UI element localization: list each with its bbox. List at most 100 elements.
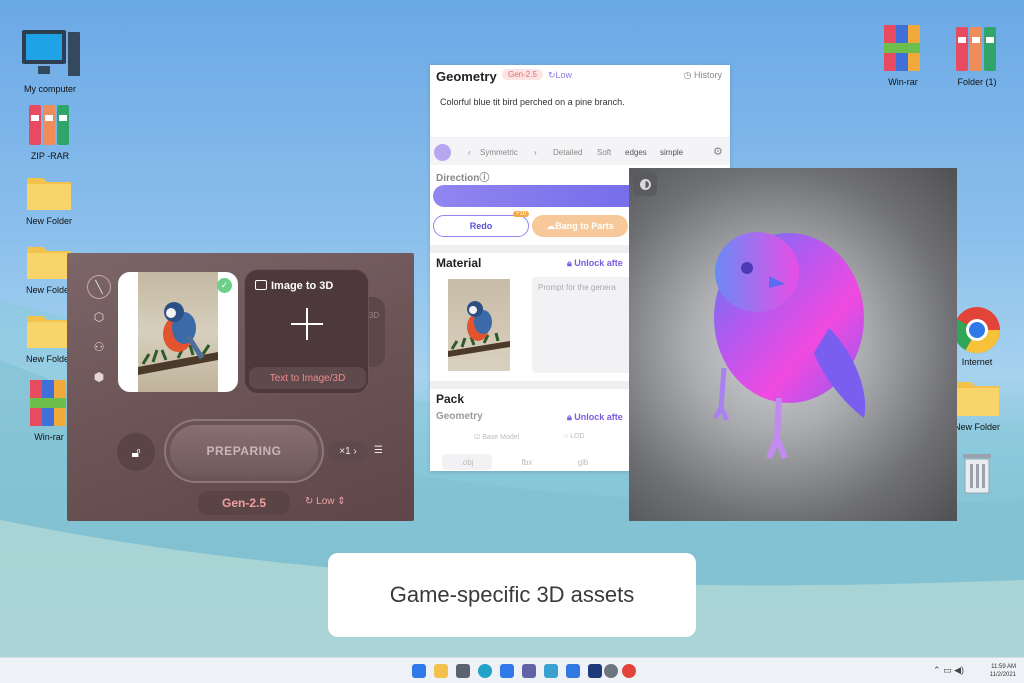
format-tab-glb[interactable]: glb	[558, 454, 608, 470]
clock-date: 11/2/2021	[989, 672, 1016, 678]
history-button[interactable]: ◷ History	[684, 70, 722, 81]
lock-button[interactable]: 🔓︎	[117, 433, 155, 471]
text-to-3d-button[interactable]: Text to Image/3D	[249, 367, 366, 389]
system-tray-icons[interactable]: ⌃ ▭ ◀)	[933, 665, 964, 676]
direction-label: Directionⓘ	[436, 169, 489, 184]
chrome-icon	[953, 307, 1001, 354]
archive-icon	[29, 105, 69, 145]
3d-preview-window[interactable]	[629, 168, 957, 521]
wand-tool-button[interactable]: ╲	[87, 275, 111, 299]
bang-to-parts-button[interactable]: ☁ Bang to Parts	[532, 215, 628, 237]
material-prompt-input[interactable]: Prompt for the genera	[532, 277, 632, 373]
clock[interactable]: 11:59 AM 11/2/2021	[990, 663, 1016, 679]
clock-time: 11:59 AM	[991, 664, 1016, 670]
panel-title: Geometry	[436, 69, 497, 84]
bird-image	[448, 301, 510, 357]
unlock-label: Unlock afte	[574, 258, 623, 268]
desktop-icon-label: ZIP -RAR	[30, 151, 70, 161]
model-selector[interactable]: Gen-2.5	[198, 491, 290, 515]
tag-soft[interactable]: Soft	[597, 148, 611, 157]
pack-geometry-label: Geometry	[436, 411, 483, 422]
quality-selector[interactable]: ↻ Low ⇕	[305, 496, 346, 507]
desktop-icon-win-rar[interactable]: Win-rar	[868, 21, 938, 87]
bird-photo	[138, 272, 218, 392]
archive-icon	[956, 27, 996, 71]
desktop-icon-folder-1[interactable]: Folder (1)	[942, 23, 1012, 87]
tag-symmetric[interactable]: Symmetric	[480, 148, 518, 157]
redo-button[interactable]: Redo	[433, 215, 529, 237]
quality-value: Low	[316, 496, 335, 507]
format-tab-obj[interactable]: .obj	[442, 454, 492, 470]
option-base-model[interactable]: ☑ Base Model	[474, 433, 519, 441]
add-icon[interactable]	[291, 308, 323, 340]
desktop-icon-label: My computer	[23, 84, 76, 94]
desktop-icon-my-computer[interactable]: My computer	[15, 26, 85, 94]
menu-icon[interactable]	[434, 144, 451, 161]
image-to-3d-title: Image to 3D	[271, 280, 334, 292]
checkbox-icon: ☑	[474, 434, 483, 441]
photos-icon[interactable]	[566, 664, 580, 678]
multiplier-button[interactable]: ×1 ›	[328, 441, 368, 461]
tag-edges[interactable]: edges	[625, 148, 647, 157]
help-icon: ⓘ	[479, 173, 490, 184]
sliders-icon[interactable]: ☰	[374, 445, 383, 456]
gear-icon[interactable]: ⚙	[713, 145, 723, 158]
app-icon[interactable]	[588, 664, 602, 678]
unlock-icon: 🔓︎	[131, 443, 141, 460]
parts-icon: ☁	[546, 220, 556, 231]
chevron-left-icon[interactable]: ‹	[468, 148, 471, 157]
bird-3d-model	[712, 232, 866, 460]
format-tab-fbx[interactable]: fbx	[502, 454, 552, 470]
check-icon: ✓	[217, 278, 232, 293]
option-label: LOD	[570, 433, 585, 440]
taskbar: ⌃ ▭ ◀) 11:59 AM 11/2/2021	[0, 657, 1024, 683]
redo-cost-badge: +10	[513, 211, 530, 217]
caption-card: Game-specific 3D assets	[328, 553, 696, 637]
desktop-icon-new-folder[interactable]: New Folder	[14, 170, 84, 226]
pack-title: Pack	[436, 392, 465, 406]
desktop-icon-label: New Folder	[25, 216, 72, 226]
file-explorer-icon[interactable]	[434, 664, 448, 678]
desktop-icon-label: Folder (1)	[957, 77, 997, 87]
multiplier-value: ×1	[339, 445, 351, 457]
start-icon[interactable]	[412, 664, 426, 678]
store-icon[interactable]	[500, 664, 514, 678]
generator-window: ╲ ⬡ ⚇ ⬢ ✓ 3D Image to 3D Text to Image/3…	[67, 253, 414, 521]
pack-unlock-link[interactable]: 🔒︎ Unlock afte	[567, 412, 623, 423]
computer-icon	[22, 30, 80, 76]
history-label: History	[693, 70, 722, 80]
ghost-card-label: 3D	[368, 311, 380, 320]
recycle-bin-icon	[963, 454, 991, 494]
teams-icon[interactable]	[522, 664, 536, 678]
parts-tool-button[interactable]: ⚇	[87, 335, 111, 359]
quality-badge[interactable]: ↻Low	[548, 70, 572, 81]
edge-icon[interactable]	[478, 664, 492, 678]
chevron-right-icon[interactable]: ›	[534, 148, 537, 157]
generate-button[interactable]: PREPARING	[164, 419, 324, 483]
folder-icon	[27, 178, 71, 210]
desktop-icon-zip-rar[interactable]: ZIP -RAR	[15, 101, 85, 161]
prompt-input[interactable]: Colorful blue tit bird perched on a pine…	[440, 97, 625, 107]
unlock-label: Unlock afte	[574, 412, 623, 422]
uploaded-image-card[interactable]: ✓	[118, 272, 238, 392]
chrome-icon[interactable]	[622, 664, 636, 678]
refresh-icon: ↻	[548, 70, 556, 80]
settings-icon[interactable]	[604, 664, 618, 678]
parts-icon: ⚇	[93, 340, 105, 354]
material-unlock-link[interactable]: 🔒︎ Unlock afte	[567, 258, 623, 269]
clock-icon: ◷	[683, 70, 694, 80]
mesh-tool-button[interactable]: ⬢	[87, 365, 111, 389]
winrar-icon	[884, 25, 920, 71]
tag-detailed[interactable]: Detailed	[553, 148, 582, 157]
chevron-right-icon: ›	[350, 445, 357, 457]
option-lod[interactable]: ○ LOD	[564, 433, 585, 440]
camera-icon[interactable]	[456, 664, 470, 678]
cube-tool-button[interactable]: ⬡	[87, 305, 111, 329]
image-to-3d-card[interactable]: Image to 3D Text to Image/3D	[244, 269, 369, 394]
model-badge[interactable]: Gen-2.5	[502, 69, 543, 80]
tag-simple[interactable]: simple	[660, 148, 683, 157]
style-toolbar: ‹ Symmetric › Detailed Soft edges simple…	[430, 137, 730, 165]
quality-value: Low	[555, 70, 573, 80]
refresh-icon: ↻	[305, 496, 317, 507]
maps-icon[interactable]	[544, 664, 558, 678]
